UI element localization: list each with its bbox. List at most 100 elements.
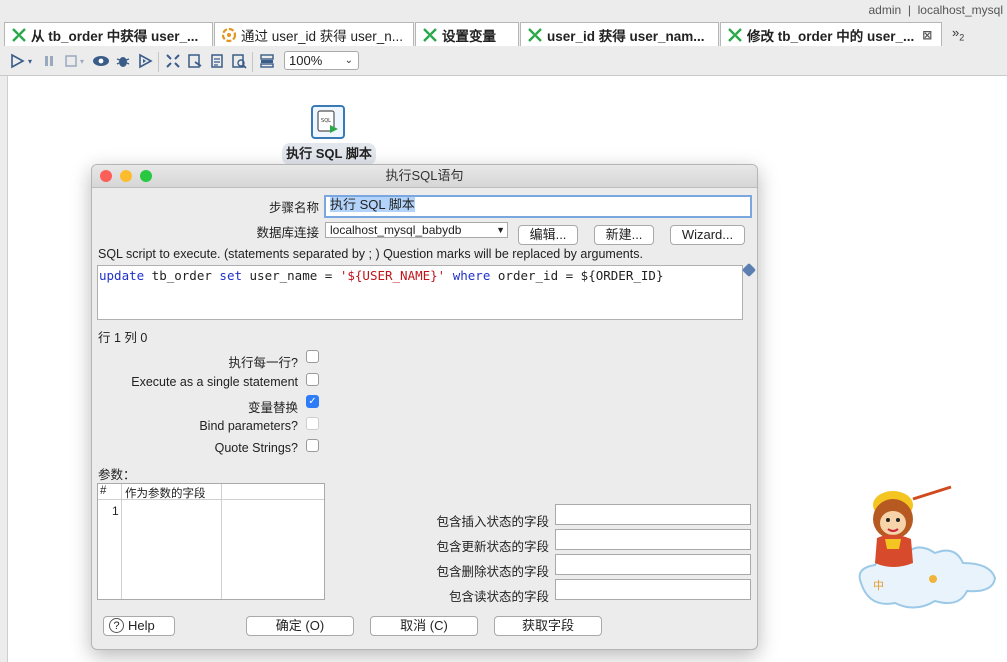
insert-status-field-input[interactable]	[555, 504, 751, 525]
table-row-number: 1	[112, 504, 119, 518]
pause-icon[interactable]	[40, 52, 58, 70]
tab-user-id-get-name[interactable]: user_id 获得 user_nam...	[520, 22, 719, 46]
stop-dropdown-icon[interactable]: ▾	[78, 52, 86, 70]
transformation-icon	[423, 27, 437, 42]
explore-db-icon[interactable]	[230, 52, 248, 70]
step-name-input[interactable]: 执行 SQL 脚本	[324, 195, 752, 218]
zoom-value: 100%	[289, 53, 323, 68]
mascot-illustration: 中	[855, 483, 997, 618]
wizard-button[interactable]: Wizard...	[670, 225, 745, 245]
sql-editor[interactable]: update tb_order set user_name = '${USER_…	[97, 265, 743, 320]
sql-text: order_id = ${ORDER_ID}	[490, 268, 664, 283]
script-icon: SQL	[317, 110, 338, 133]
sql-icon[interactable]	[208, 52, 226, 70]
step-label[interactable]: 执行 SQL 脚本	[282, 143, 376, 165]
connection-name: localhost_mysql	[917, 3, 1003, 17]
close-window-button[interactable]	[100, 170, 112, 182]
sql-text: tb_order	[144, 268, 220, 283]
toolbar: ▾ ▾ 100% ⌄	[0, 48, 1007, 76]
column-divider	[221, 484, 222, 599]
cursor-position: 行 1 列 0	[98, 331, 148, 345]
quote-strings-checkbox[interactable]	[306, 439, 319, 452]
tab-bar: 从 tb_order 中获得 user_... 通过 user_id 获得 us…	[0, 22, 1007, 47]
tab-label: 从 tb_order 中获得 user_...	[31, 28, 199, 44]
option-label: Quote Strings?	[214, 441, 298, 455]
single-statement-checkbox[interactable]	[306, 373, 319, 386]
sql-text: user_name =	[242, 268, 340, 283]
close-icon[interactable]: ⊠	[922, 28, 932, 42]
sql-hint-text: SQL script to execute. (statements separ…	[98, 247, 643, 261]
run-dropdown-icon[interactable]: ▾	[26, 52, 34, 70]
option-label: Bind parameters?	[199, 419, 298, 433]
tab-get-user-by-id[interactable]: 通过 user_id 获得 user_n...	[214, 22, 414, 46]
sql-keyword: where	[452, 268, 491, 283]
tab-modify-tb-order[interactable]: 修改 tb_order 中的 user_... ⊠	[720, 22, 942, 46]
read-status-field-input[interactable]	[555, 579, 751, 600]
params-label: 参数：	[98, 468, 136, 482]
transformation-icon	[728, 27, 742, 42]
maximize-window-button[interactable]	[140, 170, 152, 182]
transformation-icon	[528, 27, 542, 42]
step-name-value: 执行 SQL 脚本	[330, 197, 415, 212]
ok-button[interactable]: 确定 (O)	[246, 616, 354, 636]
minimize-window-button[interactable]	[120, 170, 132, 182]
bind-parameters-checkbox[interactable]	[306, 417, 319, 430]
help-button[interactable]: ? Help	[103, 616, 175, 636]
tab-label: 修改 tb_order 中的 user_...	[747, 28, 915, 44]
col-field-header: 作为参数的字段	[125, 488, 206, 500]
svg-text:中: 中	[873, 579, 884, 592]
sql-keyword: update	[99, 268, 145, 283]
params-table[interactable]: # 作为参数的字段 1	[97, 483, 325, 600]
debug-bug-icon[interactable]	[114, 52, 132, 70]
run-icon[interactable]	[8, 52, 26, 70]
replay-icon[interactable]	[136, 52, 154, 70]
verify-icon[interactable]	[164, 52, 182, 70]
separator: |	[907, 3, 911, 17]
db-connection-select[interactable]: localhost_mysql_babydb ▼	[325, 222, 508, 238]
help-label: Help	[128, 618, 155, 633]
column-divider	[121, 484, 122, 599]
tab-overflow-button[interactable]: »2	[952, 25, 964, 43]
top-status-bar: admin | localhost_mysql	[0, 0, 1007, 22]
status-field-label: 包含更新状态的字段	[436, 540, 549, 554]
edit-connection-button[interactable]: 编辑...	[518, 225, 578, 245]
sql-script-step-icon[interactable]: SQL	[311, 105, 345, 139]
db-connection-label: 数据库连接	[256, 226, 319, 240]
analyze-impact-icon[interactable]	[186, 52, 204, 70]
sql-keyword: set	[219, 268, 242, 283]
execute-sql-dialog: 执行SQL语句 步骤名称 执行 SQL 脚本 数据库连接 localhost_m…	[91, 164, 758, 650]
zoom-select[interactable]: 100% ⌄	[284, 51, 359, 70]
new-connection-button[interactable]: 新建...	[594, 225, 654, 245]
db-connection-value: localhost_mysql_babydb	[330, 223, 462, 237]
dropdown-arrow-icon: ▼	[496, 225, 505, 235]
tab-label: 通过 user_id 获得 user_n...	[241, 28, 404, 44]
tab-label: user_id 获得 user_nam...	[547, 28, 705, 44]
tab-set-variables[interactable]: 设置变量	[415, 22, 519, 46]
layout-grid-icon[interactable]	[258, 52, 276, 70]
job-icon	[221, 27, 237, 42]
status-field-label: 包含读状态的字段	[448, 590, 549, 604]
update-status-field-input[interactable]	[555, 529, 751, 550]
preview-eye-icon[interactable]	[92, 52, 110, 70]
status-field-label: 包含删除状态的字段	[436, 565, 549, 579]
toolbar-separator	[252, 52, 253, 72]
params-table-header: # 作为参数的字段	[98, 484, 324, 500]
get-fields-button[interactable]: 获取字段	[494, 616, 602, 636]
toolbar-separator	[158, 52, 159, 72]
status-field-label: 包含插入状态的字段	[436, 515, 549, 529]
dialog-titlebar: 执行SQL语句	[92, 165, 757, 188]
delete-status-field-input[interactable]	[555, 554, 751, 575]
execute-each-row-checkbox[interactable]	[306, 350, 319, 363]
variable-substitution-checkbox[interactable]: ✓	[306, 395, 319, 408]
step-name-label: 步骤名称	[268, 201, 319, 215]
help-icon: ?	[109, 618, 124, 633]
sql-string: '${USER_NAME}'	[339, 268, 446, 283]
user-name: admin	[868, 3, 902, 17]
tab-from-tb-order[interactable]: 从 tb_order 中获得 user_...	[4, 22, 213, 46]
connection-info: admin | localhost_mysql	[868, 3, 1003, 17]
cancel-button[interactable]: 取消 (C)	[370, 616, 478, 636]
dialog-title: 执行SQL语句	[385, 168, 464, 183]
option-label: 变量替换	[247, 401, 298, 415]
variable-diamond-icon[interactable]	[741, 262, 757, 278]
